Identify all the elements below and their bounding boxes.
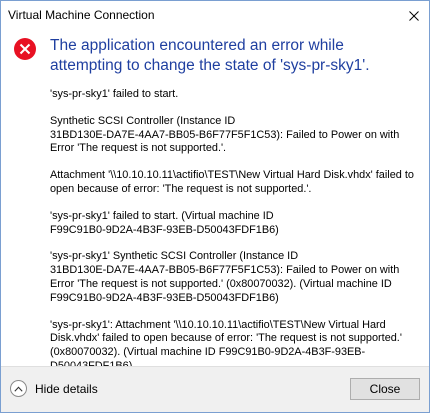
- hide-details-toggle[interactable]: Hide details: [10, 380, 98, 397]
- detail-message: 'sys-pr-sky1' failed to start.: [50, 88, 179, 100]
- window-title: Virtual Machine Connection: [8, 8, 155, 22]
- dialog-footer: Hide details Close: [1, 366, 429, 412]
- dialog-content: The application encountered an error whi…: [1, 30, 429, 372]
- detail-message: 'sys-pr-sky1' Synthetic SCSI Controller …: [50, 250, 400, 304]
- toggle-circle[interactable]: [10, 380, 27, 397]
- error-heading: The application encountered an error whi…: [50, 37, 370, 74]
- dialog-window: Virtual Machine Connection The applicati…: [0, 0, 430, 413]
- close-window-button[interactable]: [399, 1, 429, 30]
- detail-message: Attachment '\\10.10.10.11\actifio\TEST\N…: [50, 169, 414, 195]
- detail-message: 'sys-pr-sky1' failed to start. (Virtual …: [50, 209, 279, 236]
- chevron-up-icon: [14, 386, 23, 392]
- error-icon: [14, 38, 36, 60]
- error-details: 'sys-pr-sky1' failed to start. Synthetic…: [50, 88, 420, 387]
- title-bar[interactable]: Virtual Machine Connection: [1, 1, 429, 30]
- close-icon: [409, 10, 419, 21]
- detail-message: Synthetic SCSI Controller (Instance ID 3…: [50, 114, 400, 155]
- close-button[interactable]: Close: [350, 378, 420, 400]
- hide-details-label[interactable]: Hide details: [35, 382, 98, 396]
